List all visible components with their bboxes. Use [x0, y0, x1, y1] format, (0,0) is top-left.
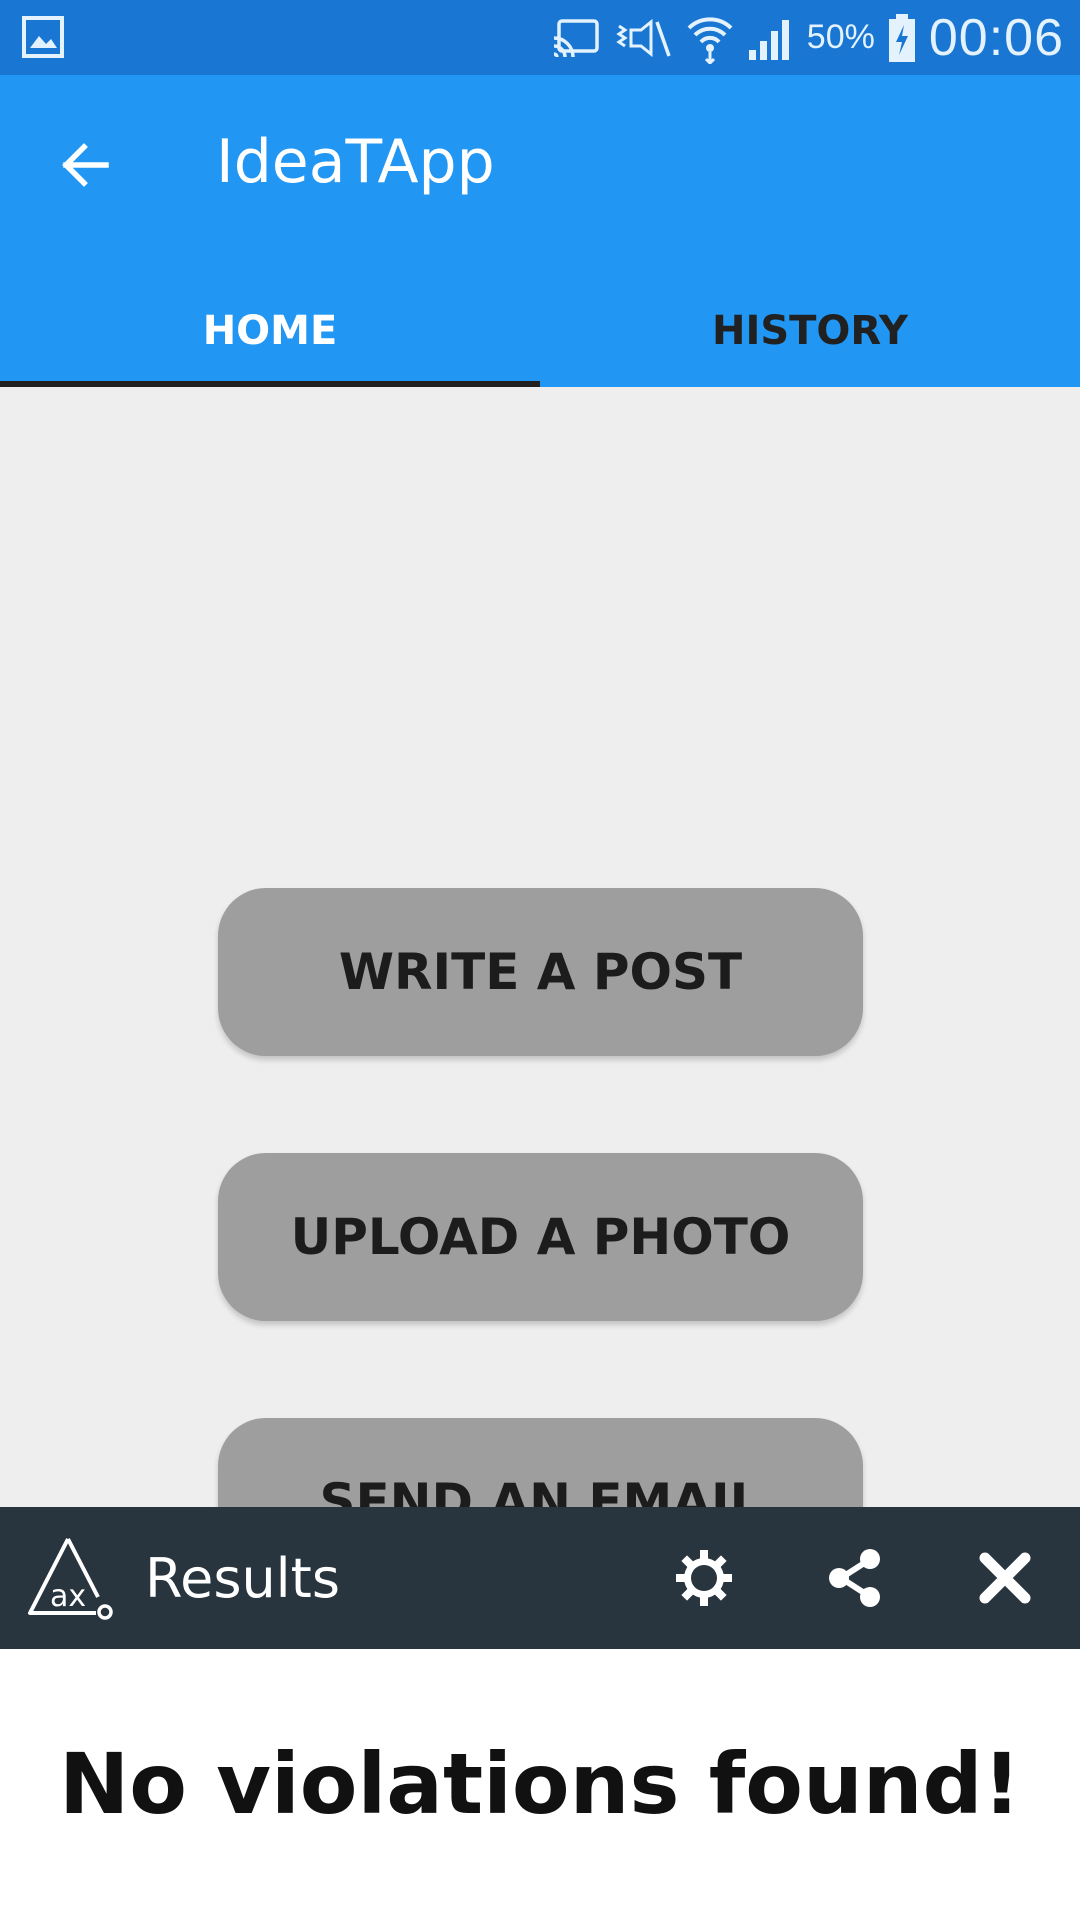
- results-toolbar: ax Results: [0, 1507, 1080, 1649]
- ax-logo-icon: ax: [28, 1538, 113, 1620]
- status-bar: 50% 00:06: [0, 0, 1080, 75]
- tab-history[interactable]: HISTORY: [540, 275, 1080, 387]
- app-title: IdeaTApp: [216, 127, 495, 197]
- close-icon: [979, 1552, 1031, 1604]
- results-title: Results: [145, 1547, 340, 1610]
- clock: 00:06: [928, 8, 1064, 67]
- share-icon: [829, 1549, 880, 1607]
- gallery-icon: [22, 16, 64, 58]
- main-content[interactable]: WRITE A POST UPLOAD A PHOTO SEND AN EMAI…: [0, 387, 1080, 1507]
- send-email-button[interactable]: SEND AN EMAIL: [218, 1418, 863, 1507]
- battery-charging-icon: [888, 13, 915, 62]
- share-button[interactable]: [820, 1543, 890, 1613]
- tab-bar: HOME HISTORY: [0, 275, 1080, 387]
- settings-button[interactable]: [669, 1543, 739, 1613]
- close-button[interactable]: [970, 1543, 1040, 1613]
- signal-icon: [748, 19, 789, 60]
- results-message: No violations found!: [59, 1735, 1021, 1833]
- upload-photo-button[interactable]: UPLOAD A PHOTO: [218, 1153, 863, 1321]
- write-post-button[interactable]: WRITE A POST: [218, 888, 863, 1056]
- status-icons: 50% 00:06: [551, 0, 1064, 75]
- vibrate-icon: [616, 18, 671, 57]
- battery-percent: 50%: [806, 18, 875, 56]
- wifi-icon: [687, 16, 733, 64]
- app-bar: IdeaTApp HOME HISTORY: [0, 75, 1080, 387]
- tab-home[interactable]: HOME: [0, 275, 540, 387]
- settings-icon: [676, 1550, 732, 1606]
- results-panel: No violations found!: [0, 1649, 1080, 1920]
- arrow-back-icon: [62, 143, 109, 187]
- svg-text:ax: ax: [50, 1579, 86, 1614]
- cast-icon: [553, 18, 599, 57]
- back-button[interactable]: [40, 120, 130, 210]
